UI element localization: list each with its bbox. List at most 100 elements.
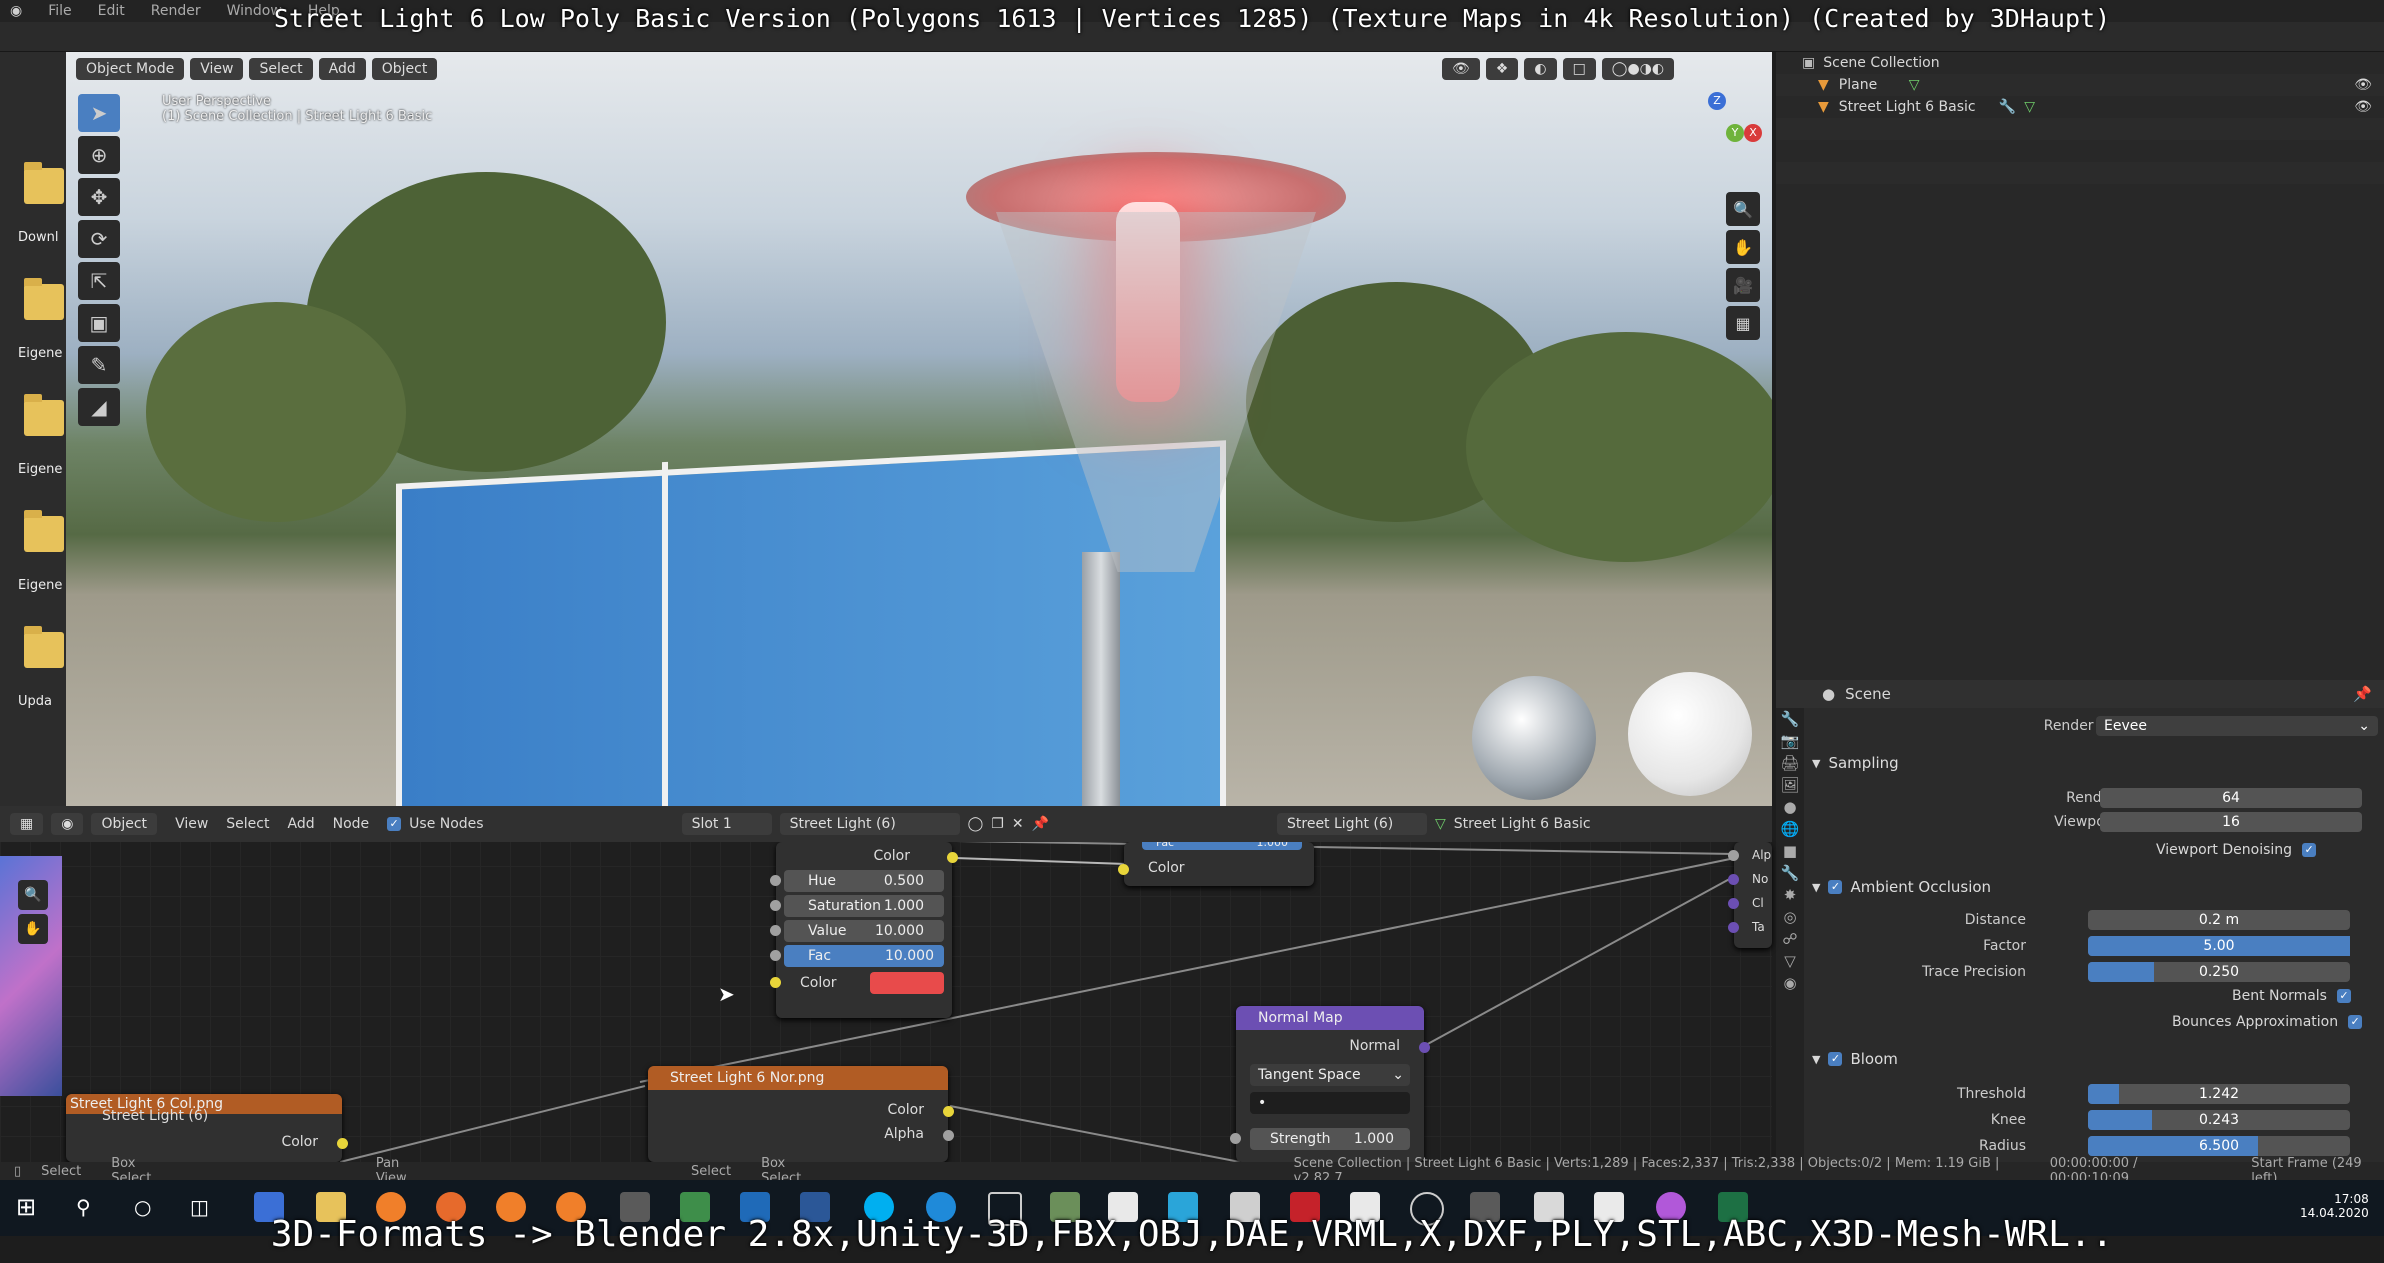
- node-menu-add[interactable]: Add: [288, 816, 315, 832]
- fac-field[interactable]: Fac 10.000: [784, 945, 944, 967]
- eye-visibility-icon[interactable]: 👁: [2354, 99, 2372, 115]
- unlink-material-icon[interactable]: ✕: [1012, 816, 1024, 832]
- material-selector[interactable]: Street Light (6): [779, 813, 960, 835]
- overlay-toggle-icon[interactable]: ◐: [1524, 58, 1557, 80]
- scale-tool-icon[interactable]: ⇱: [78, 262, 120, 300]
- pin-icon[interactable]: 📌: [1032, 816, 1049, 832]
- folder-icon[interactable]: [24, 510, 64, 552]
- node-menu-select[interactable]: Select: [226, 816, 269, 832]
- folder-icon[interactable]: [24, 394, 64, 436]
- object-mode-dropdown[interactable]: Object Mode: [76, 58, 185, 80]
- mix-node[interactable]: Fac 1.000 Color: [1118, 836, 1314, 886]
- folder-icon[interactable]: [24, 278, 64, 320]
- particles-tab-icon[interactable]: ✸: [1776, 884, 1804, 906]
- bounces-checkbox[interactable]: ✓: [2348, 1015, 2363, 1029]
- object-tab-icon[interactable]: ■: [1776, 840, 1804, 862]
- ao-distance-field[interactable]: 0.2 m: [2088, 910, 2350, 930]
- output-socket[interactable]: [943, 1106, 954, 1117]
- input-socket[interactable]: [770, 875, 781, 886]
- x-axis-icon[interactable]: X: [1744, 124, 1762, 142]
- input-socket[interactable]: [770, 977, 781, 988]
- nor-image-texture-node[interactable]: Street Light 6 Nor.png Color Alpha: [648, 1066, 954, 1162]
- ao-trace-precision-slider[interactable]: 0.250: [2088, 962, 2350, 982]
- value-field[interactable]: Value 10.000: [784, 920, 944, 942]
- annotate-tool-icon[interactable]: ✎: [78, 346, 120, 384]
- space-dropdown[interactable]: Tangent Space ⌄: [1250, 1064, 1410, 1086]
- input-socket[interactable]: [770, 900, 781, 911]
- pan-hand-icon[interactable]: ✋: [1726, 230, 1760, 264]
- node-menu-view[interactable]: View: [175, 816, 208, 832]
- bent-normals-checkbox[interactable]: ✓: [2336, 989, 2351, 1003]
- grid-perspective-icon[interactable]: ▦: [1726, 306, 1760, 340]
- camera-icon[interactable]: 🎥: [1726, 268, 1760, 302]
- uv-map-field[interactable]: •: [1250, 1092, 1410, 1114]
- navigation-gizmo[interactable]: Z X Y: [1666, 92, 1766, 182]
- ao-factor-slider[interactable]: 5.00: [2088, 936, 2350, 956]
- folder-icon[interactable]: [24, 626, 64, 668]
- input-socket[interactable]: [1728, 898, 1739, 909]
- object-dropdown[interactable]: Object: [91, 813, 158, 835]
- shader-type-icon[interactable]: ◉: [51, 813, 84, 835]
- hue-saturation-node[interactable]: Color Hue 0.500 Saturation 1.000 Value 10.0…: [770, 842, 958, 1018]
- transform-tool-icon[interactable]: ▣: [78, 304, 120, 342]
- folder-icon[interactable]: [24, 162, 64, 204]
- viewport-denoising-checkbox[interactable]: ✓: [2302, 843, 2317, 857]
- sampling-viewport-field[interactable]: 16: [2100, 812, 2362, 832]
- viewport-menu-object[interactable]: Object: [371, 58, 438, 80]
- output-tab-icon[interactable]: 🖨: [1776, 752, 1804, 774]
- strength-field[interactable]: Strength 1.000: [1250, 1128, 1410, 1150]
- outliner-row-plane[interactable]: ▼ Plane ▽ 👁: [1776, 74, 2384, 96]
- output-socket[interactable]: [337, 1138, 348, 1149]
- input-socket[interactable]: [770, 925, 781, 936]
- bloom-enable-checkbox[interactable]: ✓: [1828, 1052, 1843, 1066]
- render-engine-dropdown[interactable]: Eevee ⌄: [2096, 716, 2378, 736]
- use-nodes-checkbox[interactable]: ✓: [387, 817, 402, 831]
- bloom-knee-slider[interactable]: 0.243: [2088, 1110, 2350, 1130]
- input-socket[interactable]: [1728, 874, 1739, 885]
- input-socket[interactable]: [1728, 850, 1739, 861]
- sampling-section-header[interactable]: ▼ Sampling: [1812, 754, 1899, 772]
- input-socket[interactable]: [1230, 1133, 1241, 1144]
- bloom-threshold-slider[interactable]: 1.242: [2088, 1084, 2350, 1104]
- select-box-tool-icon[interactable]: ➤: [78, 94, 120, 132]
- sampling-render-field[interactable]: 64: [2100, 788, 2362, 808]
- cursor-tool-icon[interactable]: ⊕: [78, 136, 120, 174]
- output-socket[interactable]: [947, 852, 958, 863]
- outliner-row-street-light[interactable]: ▼ Street Light 6 Basic 🔧 ▽ 👁: [1776, 96, 2384, 118]
- object-material-dropdown[interactable]: Street Light (6): [1277, 813, 1427, 835]
- xray-icon[interactable]: □: [1562, 58, 1596, 80]
- slot-dropdown[interactable]: Slot 1: [681, 813, 772, 835]
- input-socket[interactable]: [1728, 922, 1739, 933]
- color-swatch[interactable]: [870, 972, 944, 994]
- eye-visibility-icon[interactable]: 👁: [2354, 77, 2372, 93]
- editor-type-icon[interactable]: ▦: [10, 813, 44, 835]
- normal-map-node[interactable]: Normal Map Normal Tangent Space ⌄ • Stren…: [1230, 1006, 1430, 1162]
- move-tool-icon[interactable]: ✥: [78, 178, 120, 216]
- zoom-icon[interactable]: 🔍: [18, 880, 48, 910]
- outliner-row-scene-collection[interactable]: ▣ Scene Collection: [1776, 52, 2384, 74]
- output-socket[interactable]: [943, 1130, 954, 1141]
- node-editor[interactable]: 🔍 ✋ Color Hue 0.500 Saturation 1.000 Value…: [0, 806, 1772, 1162]
- visibility-icon[interactable]: 👁: [1442, 58, 1480, 80]
- node-menu-node[interactable]: Node: [333, 816, 370, 832]
- fake-user-shield-icon[interactable]: ◯: [968, 816, 984, 832]
- bloom-section-header[interactable]: ▼ ✓ Bloom: [1812, 1050, 1898, 1068]
- y-axis-icon[interactable]: Y: [1726, 124, 1744, 142]
- node-header[interactable]: Normal Map: [1236, 1006, 1424, 1030]
- lamp-pole[interactable]: [1082, 552, 1120, 806]
- 3d-viewport[interactable]: Object Mode View Select Add Object 👁 ❖ ◐…: [66, 52, 1772, 806]
- input-socket[interactable]: [770, 950, 781, 961]
- z-axis-icon[interactable]: Z: [1708, 92, 1726, 110]
- modifier-tab-icon[interactable]: 🔧: [1776, 862, 1804, 884]
- output-socket[interactable]: [1419, 1042, 1430, 1053]
- bloom-radius-slider[interactable]: 6.500: [2088, 1136, 2350, 1156]
- zoom-icon[interactable]: 🔍: [1726, 192, 1760, 226]
- node-header[interactable]: Street Light 6 Nor.png: [648, 1066, 948, 1090]
- col-image-texture-node[interactable]: Street Light 6 Col.png Street Light (6) …: [66, 1094, 348, 1162]
- viewport-menu-view[interactable]: View: [190, 58, 244, 80]
- viewport-menu-add[interactable]: Add: [318, 58, 366, 80]
- rotate-tool-icon[interactable]: ⟳: [78, 220, 120, 258]
- pin-icon[interactable]: 📌: [2353, 685, 2372, 703]
- ao-section-header[interactable]: ▼ ✓ Ambient Occlusion: [1812, 878, 1991, 896]
- gizmo-toggle-icon[interactable]: ❖: [1485, 58, 1519, 80]
